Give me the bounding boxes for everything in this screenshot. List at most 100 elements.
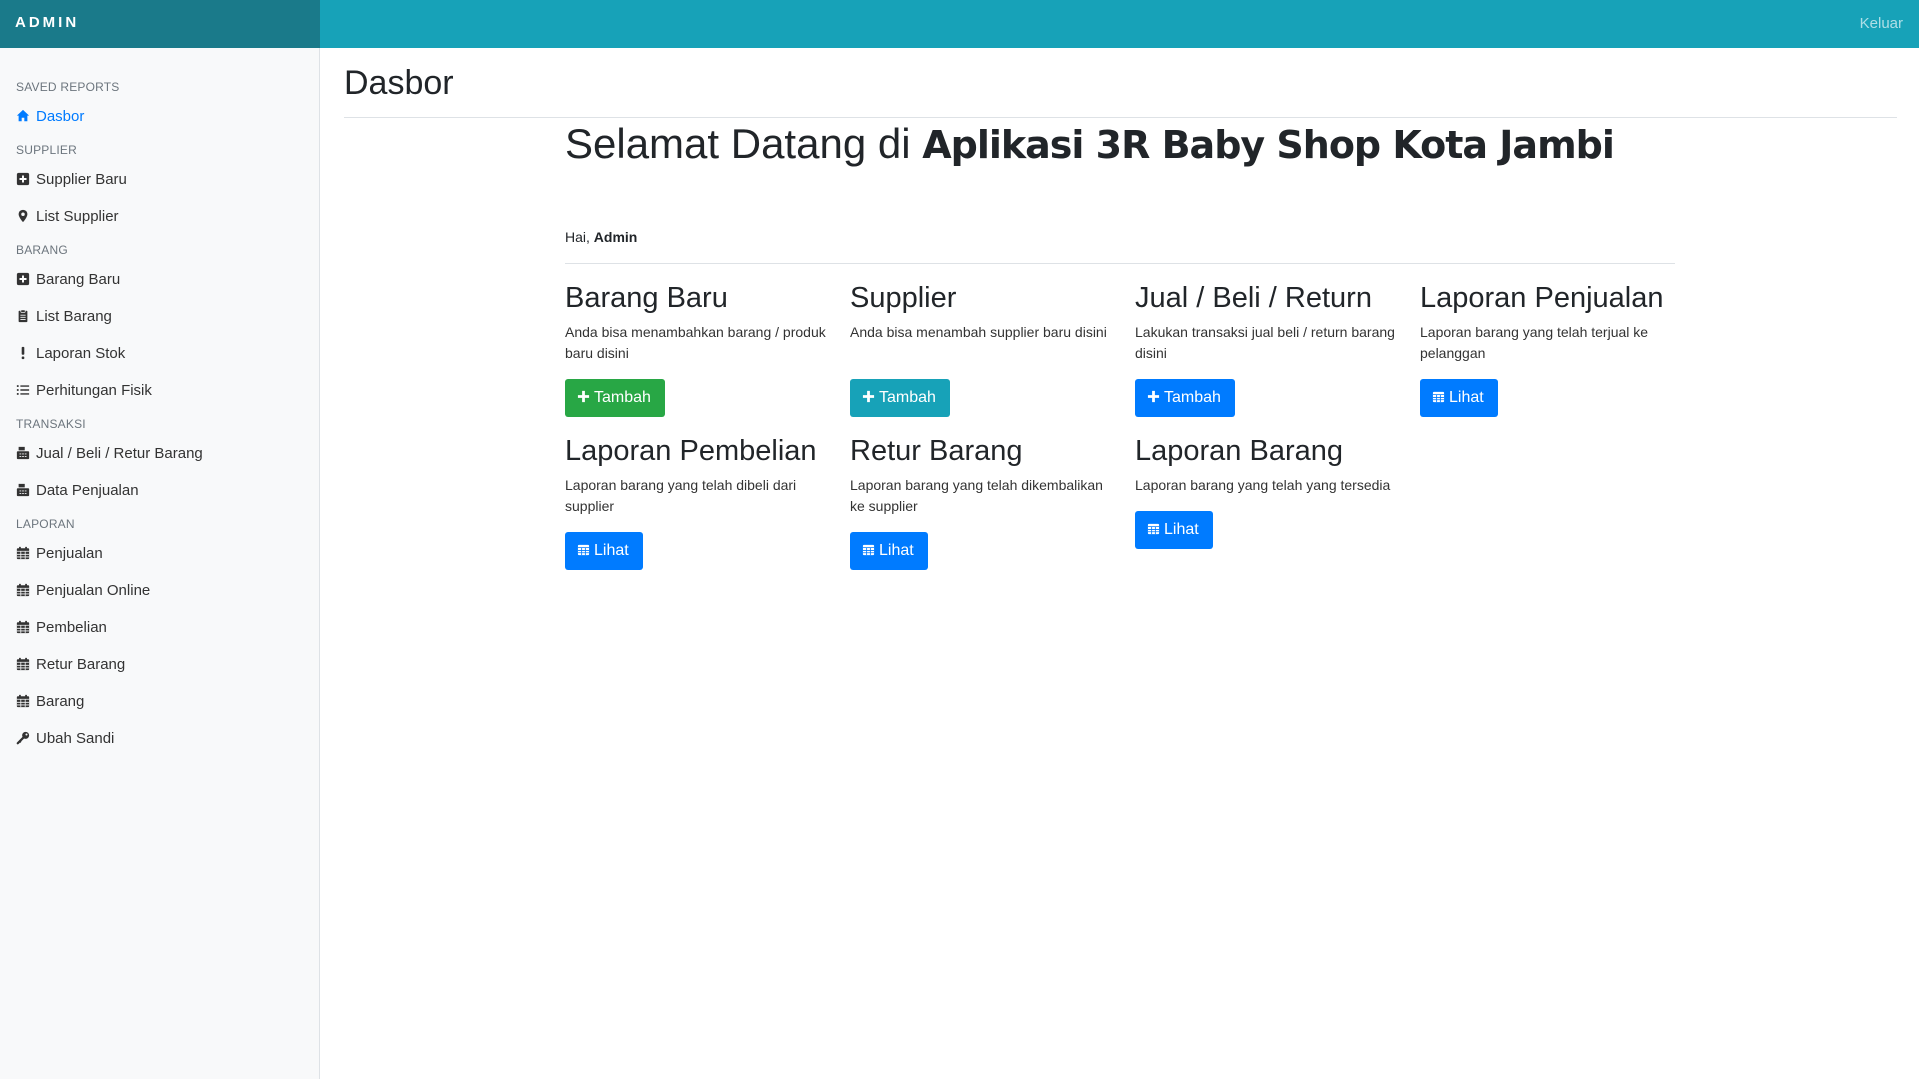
card-title: Laporan Pembelian bbox=[565, 435, 817, 467]
calendar-icon bbox=[16, 546, 30, 560]
tambah-barang-button[interactable]: Tambah bbox=[565, 379, 665, 417]
sidebar-item-retur-barang[interactable]: Retur Barang bbox=[16, 652, 125, 678]
card-title: Jual / Beli / Return bbox=[1135, 282, 1372, 314]
card-description: Lakukan transaksi jual beli / return bar… bbox=[1135, 324, 1395, 361]
sidebar-item-label: Supplier Baru bbox=[36, 171, 127, 188]
calendar-icon bbox=[16, 620, 30, 634]
button-label: Tambah bbox=[1164, 389, 1221, 406]
card-title: Laporan Barang bbox=[1135, 435, 1343, 467]
sidebar-item-label: Penjualan Online bbox=[36, 582, 151, 599]
sidebar: SAVED REPORTS Dasbor SUPPLIER Supplier B… bbox=[0, 48, 320, 1079]
button-label: Lihat bbox=[1449, 389, 1484, 406]
sidebar-heading-saved-reports: SAVED REPORTS bbox=[16, 80, 120, 94]
calendar-icon bbox=[16, 583, 30, 597]
clipboard-icon bbox=[18, 309, 28, 323]
sidebar-item-label: Barang bbox=[36, 693, 85, 710]
key-icon bbox=[16, 731, 30, 745]
button-label: Lihat bbox=[879, 542, 914, 559]
card-description: Anda bisa menambahkan barang / produk ba… bbox=[565, 324, 826, 361]
register-icon bbox=[16, 446, 30, 460]
card-jual-beli-return: Jual / Beli / Return Lakukan transaksi j… bbox=[1135, 280, 1405, 364]
brand-logo[interactable]: ADMIN bbox=[0, 0, 320, 48]
welcome-prefix: Selamat Datang di bbox=[565, 120, 911, 167]
sidebar-item-supplier-baru[interactable]: Supplier Baru bbox=[16, 167, 127, 193]
plus-square-icon bbox=[16, 272, 30, 286]
sidebar-item-data-penjualan[interactable]: Data Penjualan bbox=[16, 478, 139, 504]
card-title: Barang Baru bbox=[565, 282, 728, 314]
lihat-penjualan-button[interactable]: Lihat bbox=[1420, 379, 1498, 417]
sidebar-item-label: Retur Barang bbox=[36, 656, 126, 673]
sidebar-item-label: Ubah Sandi bbox=[36, 730, 115, 747]
card-title: Retur Barang bbox=[850, 435, 1023, 467]
button-label: Lihat bbox=[1164, 521, 1199, 538]
calendar-icon bbox=[577, 544, 590, 556]
plus-icon bbox=[862, 390, 875, 403]
sidebar-heading-supplier: SUPPLIER bbox=[16, 143, 77, 157]
sidebar-item-barang-baru[interactable]: Barang Baru bbox=[16, 267, 120, 293]
card-laporan-penjualan: Laporan Penjualan Laporan barang yang te… bbox=[1420, 280, 1690, 364]
card-laporan-barang: Laporan Barang Laporan barang yang telah… bbox=[1135, 433, 1405, 496]
signout-link[interactable]: Keluar bbox=[1860, 0, 1903, 48]
plus-icon bbox=[577, 390, 590, 403]
greeting-user: Admin bbox=[593, 229, 638, 245]
sidebar-heading-barang: BARANG bbox=[16, 243, 68, 257]
sidebar-item-perhitungan-fisik[interactable]: Perhitungan Fisik bbox=[16, 378, 152, 404]
sidebar-item-label: Data Penjualan bbox=[36, 482, 139, 499]
sidebar-item-label: Perhitungan Fisik bbox=[36, 382, 152, 399]
sidebar-item-label: Jual / Beli / Retur Barang bbox=[36, 445, 203, 462]
exclamation-icon bbox=[21, 346, 25, 360]
sidebar-item-laporan-stok[interactable]: Laporan Stok bbox=[16, 341, 125, 367]
divider bbox=[344, 117, 1897, 118]
greeting: Hai, Admin bbox=[565, 229, 637, 245]
divider bbox=[565, 263, 1675, 264]
sidebar-heading-laporan: LAPORAN bbox=[16, 517, 75, 531]
card-description: Laporan barang yang telah yang tersedia bbox=[1135, 477, 1391, 493]
sidebar-item-label: Laporan Stok bbox=[36, 345, 126, 362]
sidebar-item-barang[interactable]: Barang bbox=[16, 689, 84, 715]
map-marker-icon bbox=[18, 209, 28, 223]
plus-square-icon bbox=[16, 172, 30, 186]
tambah-transaksi-button[interactable]: Tambah bbox=[1135, 379, 1235, 417]
calendar-icon bbox=[862, 544, 875, 556]
calendar-icon bbox=[1147, 523, 1160, 535]
button-label: Lihat bbox=[594, 542, 629, 559]
card-laporan-pembelian: Laporan Pembelian Laporan barang yang te… bbox=[565, 433, 835, 517]
card-description: Laporan barang yang telah dikembalikan k… bbox=[850, 477, 1103, 514]
welcome-heading: Selamat Datang di Aplikasi 3R Baby Shop … bbox=[565, 120, 1615, 168]
top-navbar: ADMIN Keluar bbox=[0, 0, 1919, 48]
sidebar-item-penjualan-online[interactable]: Penjualan Online bbox=[16, 578, 150, 604]
card-title: Laporan Penjualan bbox=[1420, 282, 1664, 314]
button-label: Tambah bbox=[594, 389, 651, 406]
calendar-icon bbox=[1432, 391, 1445, 403]
page-title: Dasbor bbox=[344, 64, 454, 102]
sidebar-item-penjualan[interactable]: Penjualan bbox=[16, 541, 103, 567]
sidebar-item-list-supplier[interactable]: List Supplier bbox=[16, 204, 119, 230]
sidebar-item-label: List Supplier bbox=[36, 208, 119, 225]
sidebar-item-label: Barang Baru bbox=[36, 271, 121, 288]
sidebar-item-label: Dasbor bbox=[36, 108, 85, 125]
lihat-barang-button[interactable]: Lihat bbox=[1135, 511, 1213, 549]
sidebar-item-label: Penjualan bbox=[36, 545, 103, 562]
calendar-icon bbox=[16, 657, 30, 671]
lihat-pembelian-button[interactable]: Lihat bbox=[565, 532, 643, 570]
sidebar-item-pembelian[interactable]: Pembelian bbox=[16, 615, 107, 641]
sidebar-item-label: Pembelian bbox=[36, 619, 107, 636]
card-title: Supplier bbox=[850, 282, 957, 314]
lihat-retur-button[interactable]: Lihat bbox=[850, 532, 928, 570]
sidebar-item-jual-beli-retur[interactable]: Jual / Beli / Retur Barang bbox=[16, 441, 203, 467]
sidebar-item-dasbor[interactable]: Dasbor bbox=[16, 104, 84, 130]
home-icon bbox=[16, 109, 30, 122]
card-barang-baru: Barang Baru Anda bisa menambahkan barang… bbox=[565, 280, 835, 364]
plus-icon bbox=[1147, 390, 1160, 403]
list-icon bbox=[16, 385, 30, 395]
greeting-prefix: Hai, bbox=[565, 229, 590, 245]
card-description: Laporan barang yang telah dibeli dari su… bbox=[565, 477, 797, 514]
sidebar-item-list-barang[interactable]: List Barang bbox=[16, 304, 112, 330]
register-icon bbox=[16, 483, 30, 497]
calendar-icon bbox=[16, 694, 30, 708]
sidebar-item-ubah-sandi[interactable]: Ubah Sandi bbox=[16, 726, 114, 752]
tambah-supplier-button[interactable]: Tambah bbox=[850, 379, 950, 417]
sidebar-heading-transaksi: TRANSAKSI bbox=[16, 417, 86, 431]
button-label: Tambah bbox=[879, 389, 936, 406]
card-description: Laporan barang yang telah terjual ke pel… bbox=[1420, 324, 1649, 361]
